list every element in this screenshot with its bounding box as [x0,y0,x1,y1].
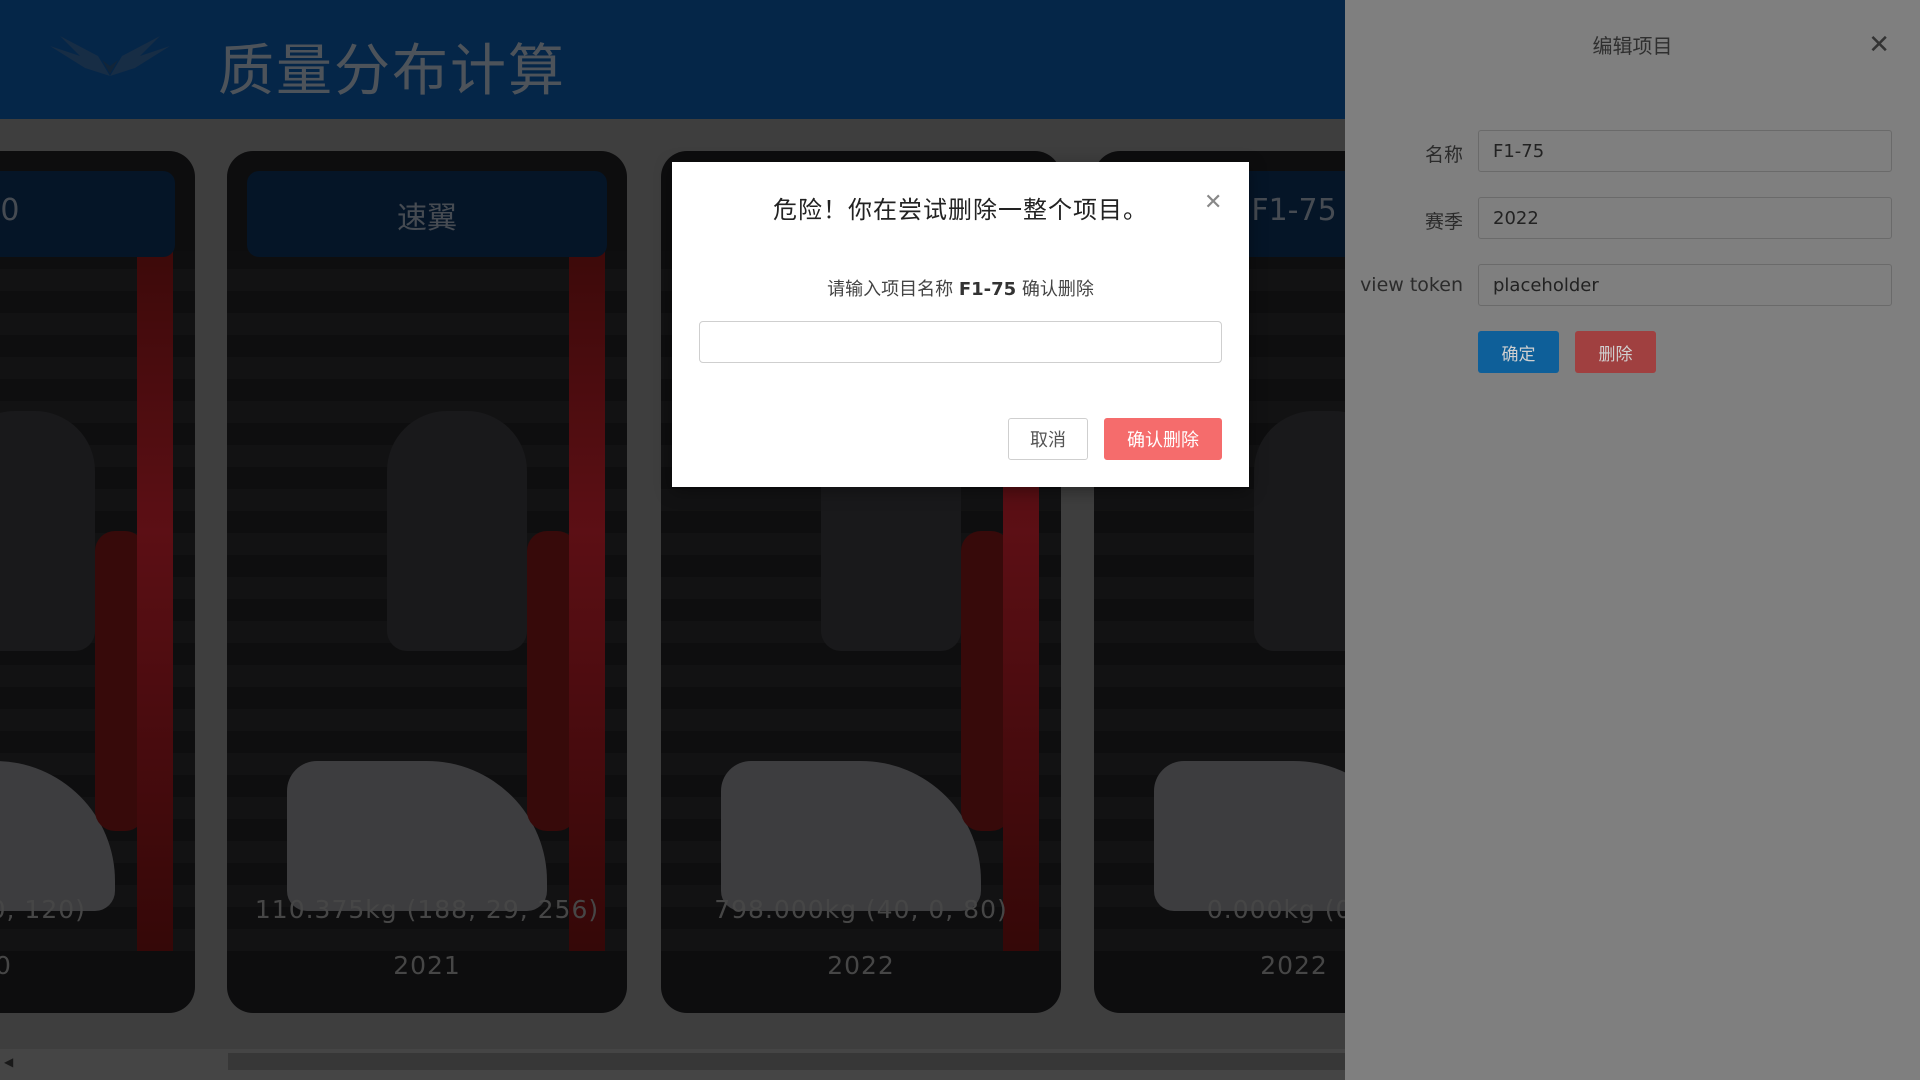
ok-button[interactable]: 确定 [1478,331,1559,373]
view-token-label: view token [1360,274,1463,296]
desc-prefix: 请输入项目名称 [827,279,954,300]
dialog-title: 危险！你在尝试删除一整个项目。 [773,196,1148,224]
close-icon[interactable]: ✕ [1868,30,1890,60]
name-input[interactable]: F1-75 [1478,130,1892,172]
season-label: 赛季 [1424,211,1463,233]
delete-button[interactable]: 删除 [1575,331,1656,373]
cancel-button[interactable]: 取消 [1008,418,1088,460]
edit-project-drawer: 编辑项目 ✕ 名称 F1-75 赛季 2022 view token place… [1345,0,1920,1080]
form-row-name: 名称 F1-75 [1345,130,1920,172]
close-icon[interactable]: ✕ [1204,190,1222,215]
name-label: 名称 [1424,144,1463,166]
confirm-delete-button[interactable]: 确认删除 [1104,418,1222,460]
desc-suffix: 确认删除 [1021,279,1094,300]
project-name: F1-75 [958,279,1017,300]
view-token-input[interactable]: placeholder [1478,264,1892,306]
delete-confirm-dialog: 危险！你在尝试删除一整个项目。 ✕ 请输入项目名称 F1-75 确认删除 取消 … [672,162,1249,487]
form-row-view-token: view token placeholder [1345,264,1920,306]
season-input[interactable]: 2022 [1478,197,1892,239]
drawer-title: 编辑项目 [1592,34,1673,58]
dialog-description: 请输入项目名称 F1-75 确认删除 [672,275,1249,301]
confirm-name-input[interactable] [699,321,1222,363]
form-row-season: 赛季 2022 [1345,197,1920,239]
